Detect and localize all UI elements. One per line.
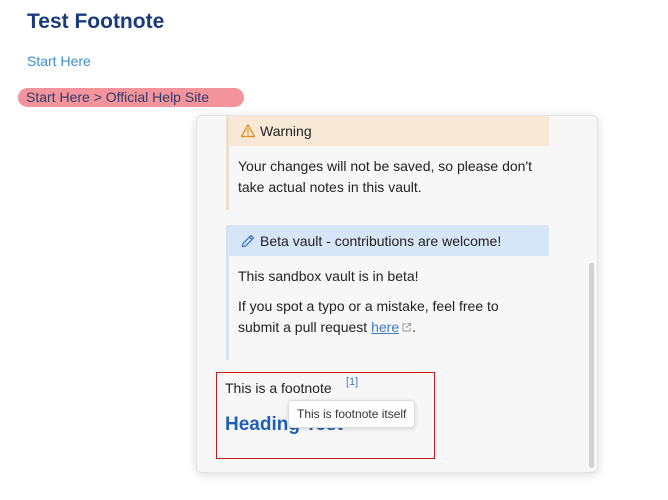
footnote-text: This is a footnote — [225, 380, 332, 396]
beta-vault-callout: Beta vault - contributions are welcome! … — [226, 225, 549, 360]
warning-callout: Warning Your changes will not be saved, … — [226, 116, 549, 210]
footnote-tooltip: This is footnote itself — [288, 400, 416, 428]
warning-triangle-icon — [240, 123, 256, 139]
popover-scrollbar[interactable] — [589, 120, 594, 470]
beta-callout-text-2: If you spot a typo or a mistake, feel fr… — [238, 298, 499, 335]
footnote-reference-link[interactable]: [1] — [346, 376, 358, 388]
page-title: Test Footnote — [27, 10, 165, 33]
beta-callout-header: Beta vault - contributions are welcome! — [229, 225, 549, 256]
popover-scrollbar-thumb[interactable] — [589, 263, 594, 468]
warning-callout-text: Your changes will not be saved, so pleas… — [238, 158, 533, 195]
breadcrumb[interactable]: Start Here > Official Help Site — [18, 88, 244, 107]
pull-request-link[interactable]: here — [371, 319, 399, 335]
warning-callout-title: Warning — [260, 122, 312, 139]
beta-callout-text-1: This sandbox vault is in beta! — [238, 268, 419, 284]
beta-callout-title: Beta vault - contributions are welcome! — [260, 232, 502, 249]
start-here-link[interactable]: Start Here — [27, 52, 91, 70]
warning-callout-header: Warning — [229, 116, 549, 146]
external-link-icon — [401, 318, 412, 332]
pencil-icon — [240, 233, 256, 249]
